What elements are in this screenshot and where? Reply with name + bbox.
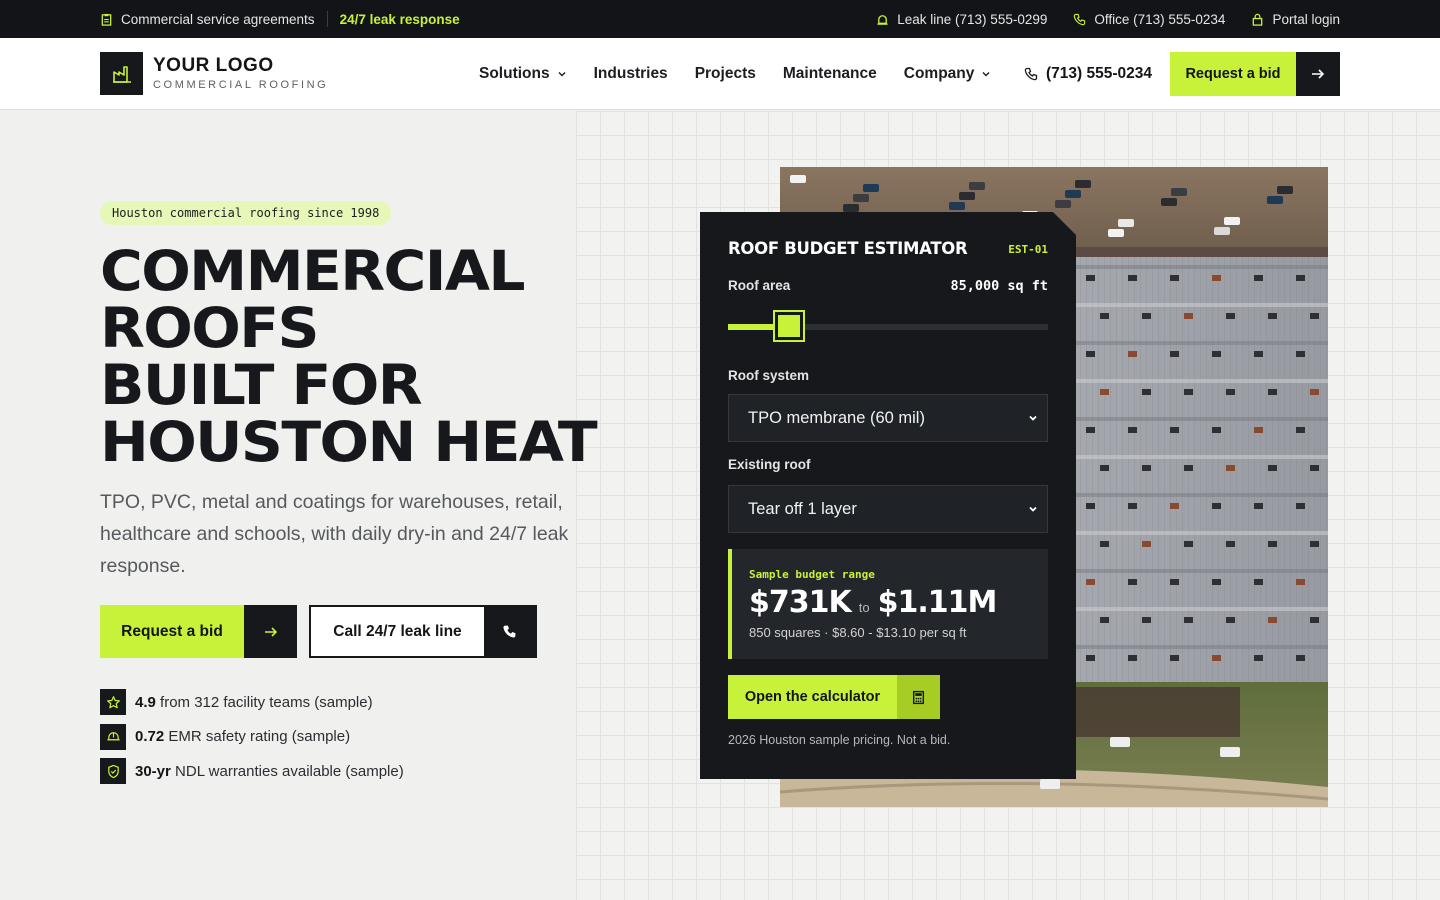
result-detail: 850 squares · $8.60 - $13.10 per sq ft	[749, 625, 967, 640]
nav-projects[interactable]: Projects	[695, 65, 756, 83]
office-phone-link[interactable]: Office (713) 555-0234	[1073, 12, 1225, 27]
arrow-right-icon	[244, 605, 297, 658]
stat-safety-text: EMR safety rating (sample)	[164, 728, 351, 745]
call-leak-line-button[interactable]: Call 24/7 leak line	[309, 605, 537, 658]
existing-roof-select[interactable]: Tear off 1 layer	[728, 485, 1048, 533]
leak-line-label: Leak line (713) 555-0299	[897, 11, 1048, 27]
headline-line-2: ROOFS	[100, 296, 319, 360]
stat-rating-text: from 312 facility teams (sample)	[155, 693, 373, 711]
chevron-down-icon	[1029, 506, 1037, 512]
nav-solutions-label: Solutions	[479, 65, 550, 82]
roof-area-value: 85,000 sq ft	[950, 278, 1048, 294]
stat-safety-value: 0.72	[135, 728, 165, 745]
alarm-icon	[877, 14, 888, 25]
site-header: YOUR LOGO COMMERCIAL ROOFING Solutions I…	[0, 38, 1440, 110]
estimator-note: 2026 Houston sample pricing. Not a bid.	[728, 733, 951, 747]
chevron-down-icon	[1029, 415, 1037, 421]
clipboard-icon	[101, 13, 112, 26]
phone-icon	[1024, 67, 1038, 81]
roof-system-label: Roof system	[728, 368, 810, 383]
logo[interactable]: YOUR LOGO COMMERCIAL ROOFING	[100, 52, 328, 95]
since-badge: Houston commercial roofing since 1998	[100, 201, 392, 225]
roof-area-label: Roof area	[728, 278, 791, 293]
top-utility-bar: Commercial service agreements 24/7 leak …	[0, 0, 1440, 38]
estimator-title: ROOF BUDGET ESTIMATOR	[728, 239, 968, 258]
hero-stats: 4.9 from 312 facility teams (sample) 0.7…	[100, 689, 404, 793]
open-calculator-button[interactable]: Open the calculator	[728, 675, 940, 719]
headline-line-1: COMMERCIAL	[100, 239, 526, 303]
request-bid-header-button[interactable]: Request a bid	[1170, 52, 1340, 96]
nav-company[interactable]: Company	[904, 65, 992, 83]
stat-rating-value: 4.9	[135, 693, 156, 711]
roof-budget-estimator: ROOF BUDGET ESTIMATOR EST-01 Roof area 8…	[700, 212, 1076, 779]
hardhat-icon	[100, 723, 126, 750]
result-label: Sample budget range	[749, 568, 875, 581]
result-low: $731K	[749, 585, 852, 620]
stat-rating: 4.9 from 312 facility teams (sample)	[100, 689, 404, 715]
nav-maintenance[interactable]: Maintenance	[783, 65, 877, 83]
existing-roof-label: Existing roof	[728, 457, 811, 472]
nav-solutions[interactable]: Solutions	[479, 65, 567, 83]
roof-area-slider[interactable]	[728, 310, 1048, 342]
factory-icon	[100, 52, 143, 95]
hero-headline: COMMERCIAL ROOFS BUILT FOR HOUSTON HEAT	[100, 239, 598, 474]
stat-safety: 0.72 EMR safety rating (sample)	[100, 723, 404, 750]
headline-line-3: BUILT FOR	[100, 353, 423, 417]
stat-warranty: 30-yr NDL warranties available (sample)	[100, 758, 404, 784]
phone-icon	[484, 607, 535, 656]
calculator-icon	[897, 675, 940, 719]
nav-company-label: Company	[903, 65, 975, 82]
main-nav: Solutions Industries Projects Maintenanc…	[479, 38, 991, 110]
result-range: $731K to $1.11M	[749, 585, 998, 620]
leak-response-label[interactable]: 24/7 leak response	[340, 12, 460, 27]
leak-line-link[interactable]: Leak line (713) 555-0299	[876, 12, 1047, 27]
logo-tagline: COMMERCIAL ROOFING	[153, 79, 329, 91]
request-bid-button[interactable]: Request a bid	[100, 605, 297, 658]
stat-warranty-value: 30-yr	[135, 762, 171, 780]
estimator-code: EST-01	[1008, 243, 1048, 256]
hero-cta-row: Request a bid Call 24/7 leak line	[100, 605, 537, 658]
slider-thumb[interactable]	[772, 310, 805, 342]
header-phone-number: (713) 555-0234	[1046, 65, 1152, 82]
lock-icon	[1253, 13, 1263, 26]
result-high: $1.11M	[877, 585, 998, 620]
star-icon	[100, 689, 126, 715]
agreements-link[interactable]: Commercial service agreements	[100, 12, 315, 27]
agreements-label: Commercial service agreements	[121, 11, 315, 27]
chevron-down-icon	[982, 72, 990, 77]
header-phone-link[interactable]: (713) 555-0234	[1024, 38, 1152, 110]
logo-wordmark: YOUR LOGO	[153, 55, 274, 76]
request-bid-label: Request a bid	[100, 605, 244, 658]
nav-industries[interactable]: Industries	[594, 65, 668, 83]
roof-system-value: TPO membrane (60 mil)	[748, 408, 925, 427]
phone-icon	[1074, 13, 1086, 25]
chevron-down-icon	[558, 72, 566, 77]
hero-lead: TPO, PVC, metal and coatings for warehou…	[100, 491, 569, 577]
request-bid-header-label: Request a bid	[1170, 52, 1296, 96]
roof-system-select[interactable]: TPO membrane (60 mil)	[728, 394, 1048, 442]
portal-login-label: Portal login	[1272, 11, 1340, 27]
portal-login-link[interactable]: Portal login	[1251, 12, 1340, 27]
office-phone-label: Office (713) 555-0234	[1094, 11, 1226, 27]
arrow-right-icon	[1296, 52, 1340, 96]
budget-result-panel: Sample budget range $731K to $1.11M 850 …	[728, 549, 1048, 659]
stat-warranty-text: NDL warranties available (sample)	[170, 762, 404, 780]
shield-icon	[100, 758, 126, 784]
headline-line-4: HOUSTON HEAT	[100, 410, 598, 474]
result-to: to	[858, 600, 870, 615]
divider	[326, 11, 328, 27]
call-leak-line-label: Call 24/7 leak line	[311, 607, 484, 656]
existing-roof-value: Tear off 1 layer	[748, 499, 857, 518]
open-calculator-label: Open the calculator	[728, 675, 897, 719]
